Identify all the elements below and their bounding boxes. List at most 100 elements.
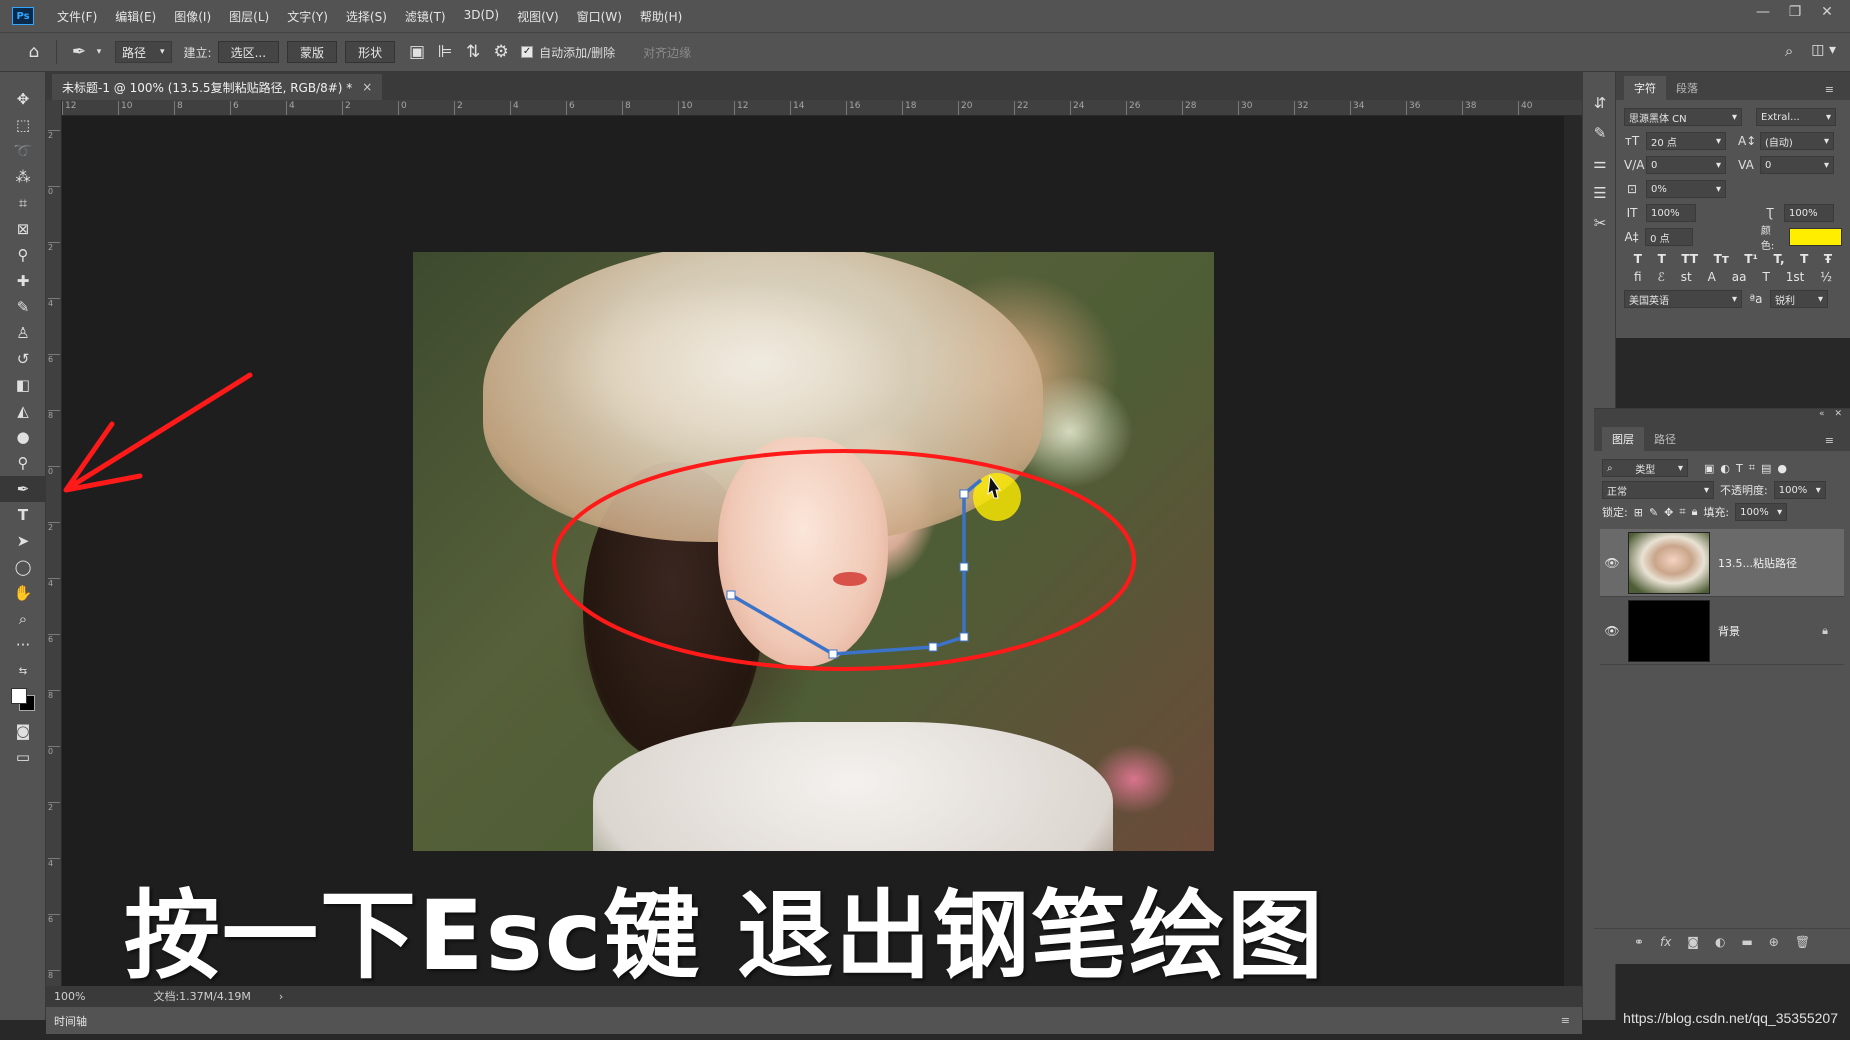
path-anchor[interactable] xyxy=(928,642,938,652)
language-select[interactable]: 美国英语 ▾ xyxy=(1624,290,1742,308)
horizontal-scale-icon: Ʈ xyxy=(1766,206,1774,220)
tab-layers[interactable]: 图层 xyxy=(1602,427,1644,451)
path-anchor[interactable] xyxy=(959,562,969,572)
lock-icon: 🔒︎ xyxy=(1822,623,1828,637)
layers-panel: « ✕ 图层 路径 ≡ ⌕ 类型 ▾ ▣ ◐ T ⌗ ▤ ● 正常 ▾ 不透明度:… xyxy=(1594,408,1850,964)
lock-all-icon[interactable]: 🔒︎ xyxy=(1692,505,1698,519)
opentype-button[interactable]: ℰ xyxy=(1657,270,1664,284)
font-style-select[interactable]: Extral... ▾ xyxy=(1756,108,1836,126)
opentype-button[interactable]: aa xyxy=(1732,270,1747,284)
lock-image-icon[interactable]: ✎ xyxy=(1649,506,1658,519)
faux-style-button[interactable]: T xyxy=(1800,252,1808,266)
faux-style-button[interactable]: T xyxy=(1658,252,1666,266)
filter-toggle-icon[interactable]: ● xyxy=(1777,462,1787,475)
tutorial-caption: 按一下Esc键 退出钢笔绘图 xyxy=(124,880,1326,992)
lock-position-icon[interactable]: ✥ xyxy=(1664,506,1673,519)
layer-filter-select[interactable]: ⌕ 类型 ▾ xyxy=(1602,459,1688,477)
properties-icon[interactable]: ☰ xyxy=(1583,178,1617,208)
path-anchor[interactable] xyxy=(959,632,969,642)
new-group-icon[interactable]: ▬ xyxy=(1741,935,1752,949)
tab-paths[interactable]: 路径 xyxy=(1644,427,1686,451)
anti-alias-icon: ªa xyxy=(1749,292,1763,306)
opentype-button[interactable]: st xyxy=(1681,270,1692,284)
timeline-panel-bar: 时间轴 ≡ xyxy=(46,1006,1582,1034)
timeline-tab[interactable]: 时间轴 xyxy=(54,1013,87,1029)
tab-character[interactable]: 字符 xyxy=(1624,76,1666,100)
add-mask-icon[interactable]: ◙ xyxy=(1687,935,1699,949)
faux-style-buttons: T T TT Tт T¹ T, T Ŧ xyxy=(1626,252,1840,266)
eye-icon[interactable]: 👁︎ xyxy=(1600,624,1624,638)
collapse-panel-icon[interactable]: « xyxy=(1819,409,1825,423)
panel-menu-icon[interactable]: ≡ xyxy=(1561,1014,1570,1027)
filter-smart-object-icon[interactable]: ▤ xyxy=(1761,462,1771,475)
new-layer-icon[interactable]: ⊕ xyxy=(1769,935,1779,949)
faux-style-button[interactable]: T xyxy=(1634,252,1642,266)
filter-type-icon[interactable]: T xyxy=(1736,462,1743,475)
filter-pixel-icon[interactable]: ▣ xyxy=(1704,462,1714,475)
kerning-field[interactable]: 0 ▾ xyxy=(1646,156,1726,174)
panel-header-controls: « ✕ xyxy=(1594,409,1850,423)
faux-style-button[interactable]: TT xyxy=(1681,252,1698,266)
lock-transparent-icon[interactable]: ⊞ xyxy=(1634,506,1643,519)
vertical-scale-field[interactable]: 100% xyxy=(1646,204,1696,222)
path-anchor[interactable] xyxy=(828,649,838,659)
font-size-field[interactable]: 20 点 ▾ xyxy=(1646,132,1726,150)
layer-style-icon[interactable]: fx xyxy=(1660,935,1671,949)
zoom-level[interactable]: 100% xyxy=(54,990,85,1003)
proportional-spacing-icon: ⊡ xyxy=(1626,182,1638,196)
opacity-field[interactable]: 100% ▾ xyxy=(1773,481,1826,499)
panel-menu-icon[interactable]: ≡ xyxy=(1815,430,1844,451)
opentype-button[interactable]: fi xyxy=(1634,270,1642,284)
leading-field[interactable]: (自动) ▾ xyxy=(1760,132,1834,150)
chevron-down-icon: ▾ xyxy=(1823,159,1829,171)
layer-name[interactable]: 13.5...粘贴路径 xyxy=(1718,555,1797,571)
filter-shape-icon[interactable]: ⌗ xyxy=(1749,461,1755,475)
history-panel-icon[interactable]: ⇵ xyxy=(1583,88,1617,118)
link-layers-icon[interactable]: ⚭ xyxy=(1634,935,1644,949)
status-menu-arrow-icon[interactable]: › xyxy=(279,990,283,1003)
faux-style-button[interactable]: T¹ xyxy=(1744,252,1757,266)
faux-style-button[interactable]: T, xyxy=(1773,252,1784,266)
close-icon[interactable]: ✕ xyxy=(1834,409,1842,423)
eye-icon[interactable]: 👁︎ xyxy=(1600,556,1624,570)
lock-artboard-icon[interactable]: ⌗ xyxy=(1679,505,1685,519)
brush-settings-icon[interactable]: ✎ xyxy=(1583,118,1617,148)
faux-style-button[interactable]: Ŧ xyxy=(1824,252,1832,266)
font-family-select[interactable]: 思源黑体 CN ▾ xyxy=(1624,108,1742,126)
red-ellipse xyxy=(552,449,1136,671)
opentype-button[interactable]: 1st xyxy=(1786,270,1805,284)
opentype-button[interactable]: ½ xyxy=(1820,270,1832,284)
lock-label: 锁定: xyxy=(1602,506,1628,519)
path-anchor[interactable] xyxy=(959,489,969,499)
layer-row[interactable]: 👁︎ 13.5...粘贴路径 xyxy=(1600,529,1844,597)
font-size-value: 20 点 xyxy=(1651,137,1677,149)
pen-path xyxy=(726,478,983,659)
scale-row: IT 100% Ʈ 100% xyxy=(1624,202,1842,224)
baseline-shift-field[interactable]: 0 点 xyxy=(1645,228,1693,246)
faux-style-button[interactable]: Tт xyxy=(1714,252,1729,266)
tab-paragraph[interactable]: 段落 xyxy=(1666,76,1708,100)
opentype-button[interactable]: A xyxy=(1708,270,1716,284)
fill-field[interactable]: 100% ▾ xyxy=(1735,503,1788,521)
panel-menu-icon[interactable]: ≡ xyxy=(1815,79,1844,100)
horizontal-scale-field[interactable]: 100% xyxy=(1784,204,1834,222)
blend-mode-select[interactable]: 正常 ▾ xyxy=(1602,481,1714,499)
tool-presets-icon[interactable]: ✂ xyxy=(1583,208,1617,238)
layer-thumbnail xyxy=(1628,599,1710,662)
path-anchor[interactable] xyxy=(726,590,736,600)
character-panel-tabs: 字符 段落 ≡ xyxy=(1616,72,1850,100)
opentype-button[interactable]: T xyxy=(1762,270,1769,284)
layer-row[interactable]: 👁︎ 背景 🔒︎ xyxy=(1600,597,1844,665)
anti-alias-select[interactable]: 锐利 ▾ xyxy=(1770,290,1828,308)
tracking-icon: VA xyxy=(1738,158,1754,172)
delete-layer-icon[interactable]: 🗑︎ xyxy=(1795,935,1810,949)
layer-filter-value: 类型 xyxy=(1635,464,1656,476)
adjustments-icon[interactable]: ⚌ xyxy=(1583,148,1617,178)
filter-adjustment-icon[interactable]: ◐ xyxy=(1720,462,1730,475)
anti-alias-value: 锐利 xyxy=(1775,295,1795,307)
proportional-spacing-field[interactable]: 0% ▾ xyxy=(1646,180,1726,198)
adjustment-layer-icon[interactable]: ◐ xyxy=(1715,935,1725,949)
text-color-swatch[interactable] xyxy=(1788,228,1842,246)
layer-name[interactable]: 背景 xyxy=(1718,623,1740,639)
tracking-field[interactable]: 0 ▾ xyxy=(1760,156,1834,174)
